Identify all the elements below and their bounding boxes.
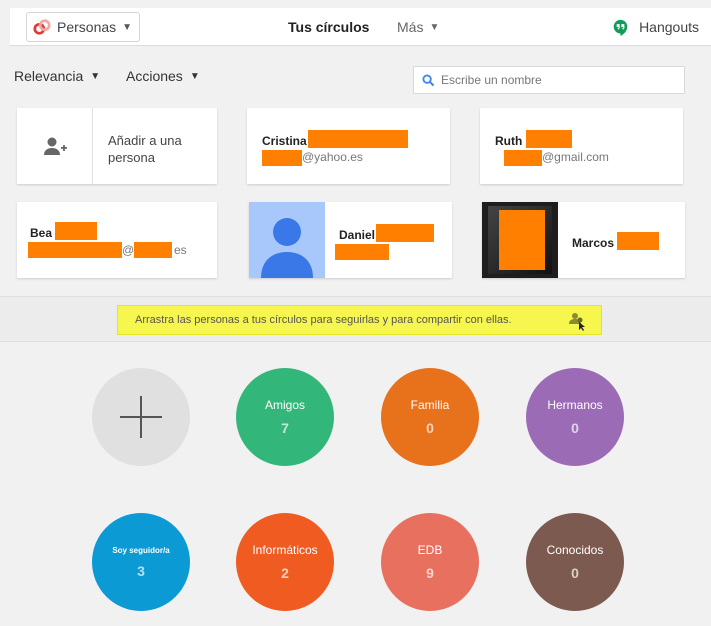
tab-tus-circulos[interactable]: Tus círculos bbox=[288, 8, 369, 46]
hangouts-label: Hangouts bbox=[639, 19, 699, 35]
circle-hermanos[interactable]: Hermanos 0 bbox=[526, 368, 624, 466]
circle-name: Amigos bbox=[264, 398, 305, 412]
tab-label: Más bbox=[397, 19, 424, 35]
contact-name: Marcos bbox=[572, 236, 615, 250]
add-person-label: Añadir a una persona bbox=[108, 133, 182, 165]
circle-name: Hermanos bbox=[547, 398, 603, 412]
plus-icon bbox=[120, 396, 162, 438]
actions-dropdown[interactable]: Acciones ▼ bbox=[126, 68, 200, 84]
sort-dropdown[interactable]: Relevancia ▼ bbox=[14, 68, 100, 84]
contact-card-cristina[interactable]: Cristina @yahoo.es bbox=[247, 108, 450, 184]
hangouts-button[interactable]: Hangouts bbox=[612, 8, 699, 46]
hangouts-icon bbox=[613, 19, 628, 36]
redaction-bar bbox=[617, 232, 659, 250]
circle-conocidos[interactable]: Conocidos 0 bbox=[526, 513, 624, 611]
drag-people-icon bbox=[569, 313, 585, 331]
contact-name: Cristina bbox=[262, 134, 307, 148]
search-input[interactable] bbox=[441, 73, 671, 87]
tab-label: Tus círculos bbox=[288, 19, 370, 35]
circle-name: Conocidos bbox=[546, 543, 604, 557]
redaction-bar bbox=[499, 210, 545, 270]
circle-edb[interactable]: EDB 9 bbox=[381, 513, 479, 611]
drag-hint-text: Arrastra las personas a tus círculos par… bbox=[135, 314, 512, 326]
chevron-down-icon: ▼ bbox=[429, 21, 440, 33]
circle-informaticos[interactable]: Informáticos 2 bbox=[236, 513, 334, 611]
contact-card-bea[interactable]: Bea @ es bbox=[17, 202, 217, 278]
redaction-bar bbox=[376, 224, 434, 242]
redaction-bar bbox=[134, 242, 172, 258]
app-switcher-button[interactable]: Personas ▼ bbox=[26, 12, 140, 42]
tab-mas[interactable]: Más ▼ bbox=[397, 8, 439, 46]
create-circle-button[interactable] bbox=[92, 368, 190, 466]
avatar bbox=[249, 202, 325, 278]
sort-label: Relevancia bbox=[14, 68, 84, 84]
circle-count: 3 bbox=[137, 562, 145, 579]
chevron-down-icon: ▼ bbox=[90, 70, 101, 82]
actions-label: Acciones bbox=[126, 68, 183, 84]
avatar bbox=[482, 202, 558, 278]
circle-name: Soy seguidor/a bbox=[112, 545, 170, 555]
contact-email-start: @ bbox=[122, 243, 135, 257]
circle-count: 0 bbox=[426, 420, 434, 436]
circle-amigos[interactable]: Amigos 7 bbox=[236, 368, 334, 466]
circle-familia[interactable]: Familia 0 bbox=[381, 368, 479, 466]
contact-card-ruth[interactable]: Ruth @gmail.com bbox=[480, 108, 683, 184]
circle-soy-seguidor[interactable]: Soy seguidor/a 3 bbox=[92, 513, 190, 611]
contact-card-marcos[interactable]: Marcos bbox=[482, 202, 685, 278]
redaction-bar bbox=[335, 244, 389, 260]
search-box bbox=[413, 66, 685, 94]
avatar-placeholder-icon bbox=[261, 218, 313, 278]
add-person-icon-area bbox=[17, 108, 93, 184]
circle-name: Familia bbox=[410, 398, 450, 412]
drag-hint-banner: Arrastra las personas a tus círculos par… bbox=[117, 305, 602, 335]
chevron-down-icon: ▼ bbox=[189, 70, 200, 82]
circle-count: 0 bbox=[571, 420, 579, 436]
contact-email-end: es bbox=[174, 243, 187, 257]
circle-count: 9 bbox=[426, 565, 434, 581]
contact-name: Bea bbox=[30, 226, 53, 240]
app-switcher-label: Personas bbox=[57, 19, 117, 35]
circle-count: 0 bbox=[571, 565, 579, 581]
chevron-down-icon: ▼ bbox=[122, 21, 133, 33]
circle-count: 2 bbox=[281, 565, 289, 581]
contact-email: @gmail.com bbox=[542, 150, 609, 164]
redaction-bar bbox=[55, 222, 97, 240]
top-bar: Personas ▼ Tus círculos Más ▼ Hangouts bbox=[10, 8, 711, 46]
contact-email: @yahoo.es bbox=[302, 150, 363, 164]
circle-name: Informáticos bbox=[252, 543, 318, 557]
redaction-bar bbox=[262, 150, 302, 166]
search-icon bbox=[422, 73, 435, 86]
redaction-bar bbox=[28, 242, 122, 258]
redaction-bar bbox=[504, 150, 542, 166]
redaction-bar bbox=[308, 130, 408, 148]
add-person-card[interactable]: Añadir a una persona bbox=[17, 108, 217, 184]
add-person-icon bbox=[43, 137, 67, 155]
contact-card-daniel[interactable]: Daniel bbox=[249, 202, 452, 278]
circle-count: 7 bbox=[281, 420, 289, 436]
personas-logo-icon bbox=[33, 19, 51, 35]
contact-name: Daniel bbox=[339, 228, 376, 242]
contact-name: Ruth bbox=[495, 134, 523, 148]
circle-name: EDB bbox=[417, 543, 443, 557]
redaction-bar bbox=[526, 130, 572, 148]
